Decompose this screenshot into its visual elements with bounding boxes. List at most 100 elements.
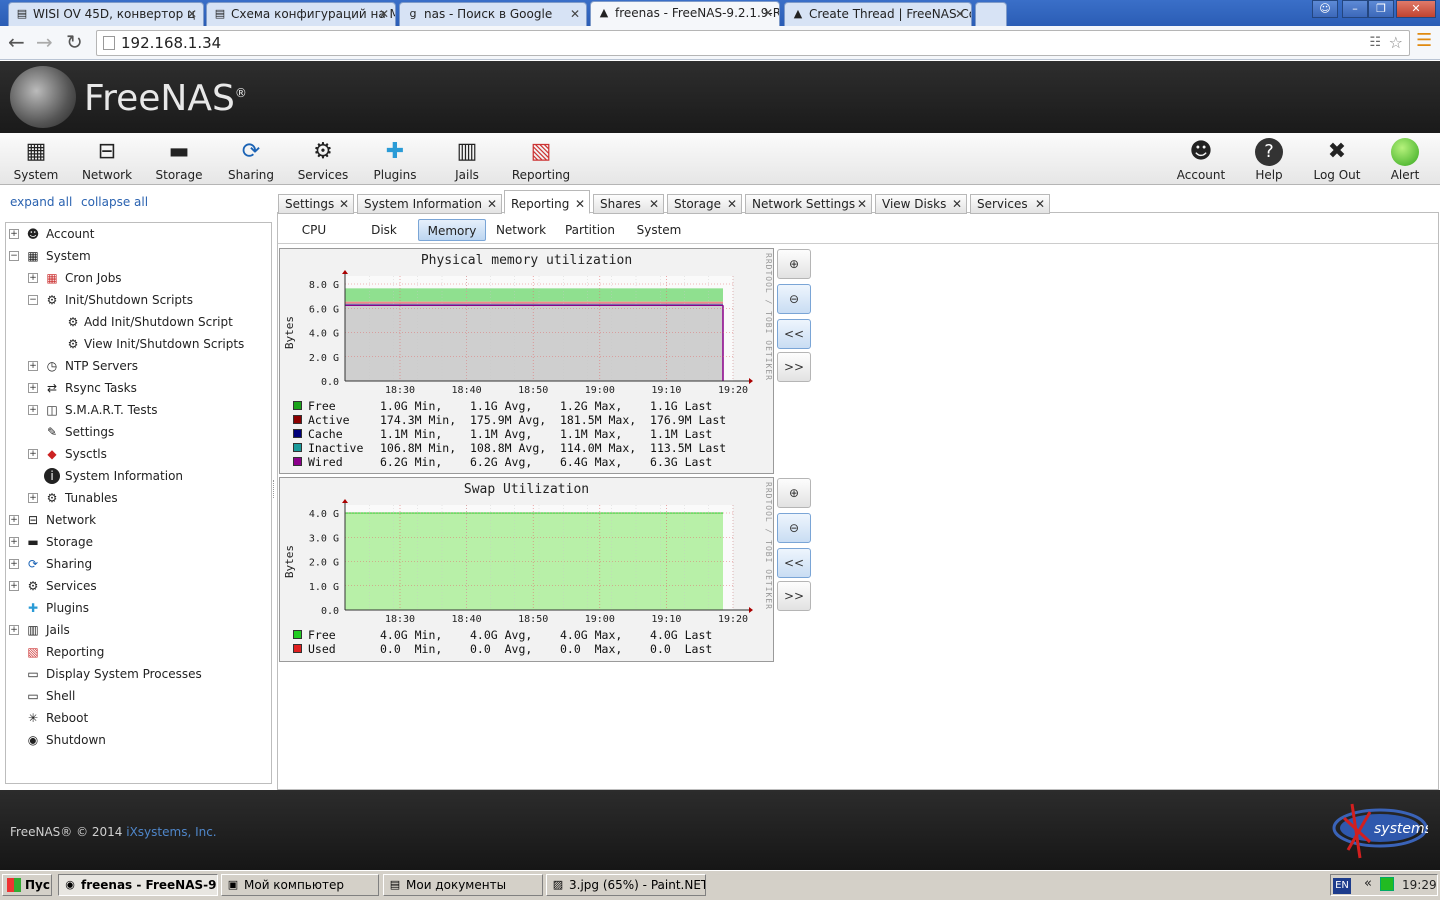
menu-icon[interactable]: ☰ [1416, 30, 1432, 52]
tree-item-reboot[interactable]: ✳ Reboot [9, 708, 249, 728]
scroll-back-button[interactable]: << [777, 319, 811, 349]
tray-expand-icon[interactable]: « [1364, 876, 1372, 891]
expand-icon[interactable]: + [28, 405, 38, 415]
expand-icon[interactable]: + [28, 493, 38, 503]
minimize-button[interactable]: – [1342, 0, 1368, 18]
browser-tab-1[interactable]: ▤ WISI OV 45D, конвертор ц ✕ [8, 2, 204, 26]
zoom-in-button[interactable]: ⊕ [777, 478, 811, 508]
tree-item-reporting[interactable]: ▧ Reporting [9, 642, 249, 662]
tree-item-tunables[interactable]: + ⚙ Tunables [28, 488, 268, 508]
tree-item-s-m-a-r-t-tests[interactable]: + ◫ S.M.A.R.T. Tests [28, 400, 268, 420]
report-tab-network[interactable]: Network [488, 219, 554, 241]
reload-icon[interactable]: ↻ [66, 31, 83, 53]
tree-item-rsync-tasks[interactable]: + ⇄ Rsync Tasks [28, 378, 268, 398]
close-tab-icon[interactable]: ✕ [857, 195, 867, 213]
tree-item-init-shutdown-scripts[interactable]: − ⚙ Init/Shutdown Scripts [28, 290, 268, 310]
tree-item-account[interactable]: + ☻ Account [9, 224, 249, 244]
close-tab-icon[interactable]: ✕ [187, 3, 197, 25]
scroll-forward-button[interactable]: >> [777, 581, 811, 611]
expand-icon[interactable]: + [9, 515, 19, 525]
content-tab-shares[interactable]: Shares ✕ [593, 194, 664, 214]
collapse-icon[interactable]: − [9, 251, 19, 261]
tree-item-settings[interactable]: ✎ Settings [28, 422, 268, 442]
bookmark-star-icon[interactable]: ☆ [1389, 31, 1403, 55]
tree-item-system[interactable]: − ▦ System [9, 246, 249, 266]
panel-splitter-handle[interactable] [273, 480, 276, 498]
content-tab-view-disks[interactable]: View Disks ✕ [875, 194, 967, 214]
close-tab-icon[interactable]: ✕ [763, 2, 773, 24]
tree-item-network[interactable]: + ⊟ Network [9, 510, 249, 530]
forward-icon[interactable]: → [36, 31, 53, 53]
zoom-out-button[interactable]: ⊖ [777, 284, 811, 314]
language-indicator[interactable]: EN [1333, 878, 1351, 894]
content-tab-network-settings[interactable]: Network Settings ✕ [745, 194, 872, 214]
tree-item-jails[interactable]: + ▥ Jails [9, 620, 249, 640]
expand-icon[interactable]: + [9, 625, 19, 635]
scroll-forward-button[interactable]: >> [777, 352, 811, 382]
taskbar-item[interactable]: ▨ 3.jpg (65%) - Paint.NET ... [546, 874, 706, 896]
report-tab-partition[interactable]: Partition [560, 219, 620, 241]
zoom-in-button[interactable]: ⊕ [777, 249, 811, 279]
browser-tab-3[interactable]: g nas - Поиск в Google ✕ [399, 2, 587, 26]
close-tab-icon[interactable]: ✕ [1035, 195, 1045, 213]
tree-item-add-init-shutdown-script[interactable]: ⚙ Add Init/Shutdown Script [47, 312, 287, 332]
browser-tab-4[interactable]: ▲ freenas - FreeNAS-9.2.1.9-R ✕ [590, 1, 780, 26]
tree-item-display-system-processes[interactable]: ▭ Display System Processes [9, 664, 249, 684]
tree-item-system-information[interactable]: i System Information [28, 466, 268, 486]
collapse-icon[interactable]: − [28, 295, 38, 305]
report-tab-disk[interactable]: Disk [360, 219, 408, 241]
close-tab-icon[interactable]: ✕ [575, 191, 585, 217]
toolbar-storage-button[interactable]: ▬ Storage [143, 134, 215, 184]
close-tab-icon[interactable]: ✕ [955, 3, 965, 25]
expand-all-link[interactable]: expand all [10, 195, 72, 209]
tree-item-shutdown[interactable]: ◉ Shutdown [9, 730, 249, 750]
collapse-all-link[interactable]: collapse all [81, 195, 148, 209]
report-tab-system[interactable]: System [628, 219, 690, 241]
expand-icon[interactable]: + [9, 537, 19, 547]
tree-item-plugins[interactable]: ✚ Plugins [9, 598, 249, 618]
content-tab-system-information[interactable]: System Information ✕ [357, 194, 502, 214]
toolbar-jails-button[interactable]: ▥ Jails [431, 134, 503, 184]
tree-item-cron-jobs[interactable]: + ▦ Cron Jobs [28, 268, 268, 288]
browser-tab-2[interactable]: ▤ Схема конфигураций на Му ✕ [206, 2, 396, 26]
network-status-icon[interactable] [1380, 877, 1394, 891]
tree-item-shell[interactable]: ▭ Shell [9, 686, 249, 706]
toolbar-alert-button[interactable]: Alert [1369, 134, 1440, 184]
browser-tab-5[interactable]: ▲ Create Thread | FreeNAS Co ✕ [784, 2, 972, 26]
toolbar-network-button[interactable]: ⊟ Network [71, 134, 143, 184]
expand-icon[interactable]: + [28, 449, 38, 459]
expand-icon[interactable]: + [9, 229, 19, 239]
tree-item-storage[interactable]: + ▬ Storage [9, 532, 249, 552]
content-tab-storage[interactable]: Storage ✕ [667, 194, 742, 214]
taskbar-item[interactable]: ◉ freenas - FreeNAS-9.2... [58, 874, 218, 896]
expand-icon[interactable]: + [28, 273, 38, 283]
toolbar-reporting-button[interactable]: ▧ Reporting [503, 134, 579, 184]
tree-item-ntp-servers[interactable]: + ◷ NTP Servers [28, 356, 268, 376]
expand-icon[interactable]: + [28, 361, 38, 371]
close-tab-icon[interactable]: ✕ [487, 195, 497, 213]
close-tab-icon[interactable]: ✕ [952, 195, 962, 213]
start-button[interactable]: Пуск [2, 874, 52, 896]
scroll-back-button[interactable]: << [777, 548, 811, 578]
expand-icon[interactable]: + [9, 581, 19, 591]
toolbar-plugins-button[interactable]: ✚ Plugins [359, 134, 431, 184]
toolbar-services-button[interactable]: ⚙ Services [287, 134, 359, 184]
toolbar-account-button[interactable]: ☻ Account [1165, 134, 1237, 184]
new-tab-button[interactable] [975, 2, 1007, 26]
close-tab-icon[interactable]: ✕ [649, 195, 659, 213]
toolbar-system-button[interactable]: ▦ System [0, 134, 72, 184]
ixsystems-link[interactable]: iXsystems, Inc. [126, 825, 216, 839]
translate-icon[interactable]: ☷ [1369, 31, 1381, 55]
content-tab-settings[interactable]: Settings ✕ [278, 194, 354, 214]
tree-item-services[interactable]: + ⚙ Services [9, 576, 249, 596]
tree-item-sysctls[interactable]: + ◆ Sysctls [28, 444, 268, 464]
toolbar-help-button[interactable]: ? Help [1233, 134, 1305, 184]
expand-icon[interactable]: + [9, 559, 19, 569]
address-bar[interactable]: 192.168.1.34 ☷ ☆ [96, 30, 1410, 56]
toolbar-logout-button[interactable]: ✖ Log Out [1301, 134, 1373, 184]
content-tab-reporting[interactable]: Reporting ✕ [504, 190, 590, 214]
zoom-out-button[interactable]: ⊖ [777, 513, 811, 543]
close-window-button[interactable]: ✕ [1396, 0, 1436, 18]
taskbar-item[interactable]: ▣ Мой компьютер [221, 874, 379, 896]
tree-item-sharing[interactable]: + ⟳ Sharing [9, 554, 249, 574]
